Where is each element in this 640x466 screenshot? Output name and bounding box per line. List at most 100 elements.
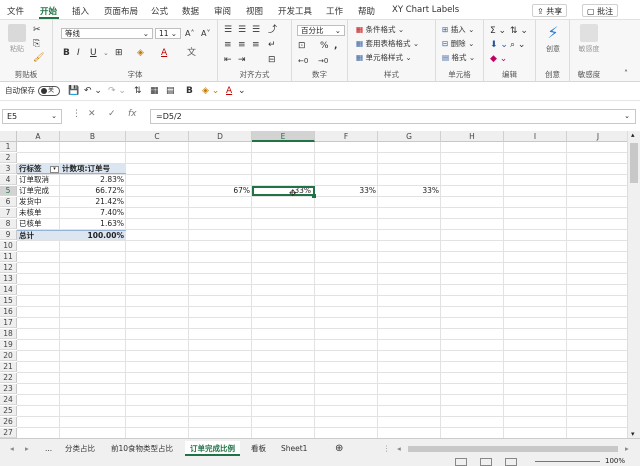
pivot-row-value[interactable]: 21.42% (60, 197, 126, 207)
cancel-icon[interactable]: ✕ (88, 109, 96, 119)
column-header-a[interactable]: A (17, 131, 60, 142)
tab-work[interactable]: 工作 (326, 5, 343, 17)
sheet-tab[interactable]: Sheet1 (276, 441, 312, 456)
sort-icon[interactable]: ⇅ (134, 85, 142, 97)
tab-xy-chart-labels[interactable]: XY Chart Labels (392, 5, 459, 15)
merge-center-icon[interactable]: ⊟ (268, 54, 276, 66)
scroll-thumb[interactable] (630, 143, 638, 183)
format-cells-button[interactable]: ▤ 格式 ⌄ (442, 53, 475, 63)
row-header-25[interactable]: 25 (0, 406, 17, 416)
conditional-format-button[interactable]: ▦ 条件格式 ⌄ (356, 25, 404, 35)
tab-file[interactable]: 文件 (7, 5, 24, 17)
pivot-row-value[interactable]: 7.40% (60, 208, 126, 218)
hscroll-right-icon[interactable]: ▸ (620, 441, 634, 456)
cell-g5[interactable]: 33% (378, 186, 441, 196)
currency-icon[interactable]: ⊡ (298, 40, 306, 52)
enter-icon[interactable]: ✓ (108, 109, 116, 119)
row-header-5[interactable]: 5 (0, 186, 17, 196)
tab-home[interactable]: 开始 (40, 5, 57, 17)
wrap-text-icon[interactable]: ↵ (268, 39, 276, 51)
row-header-15[interactable]: 15 (0, 296, 17, 306)
pivot-row-label[interactable]: 订单取消 (17, 175, 60, 185)
text-orientation-icon[interactable]: ⤴ (268, 24, 277, 36)
format-as-table-button[interactable]: ▦ 套用表格格式 ⌄ (356, 39, 419, 49)
row-header-10[interactable]: 10 (0, 241, 17, 251)
tab-view[interactable]: 视图 (246, 5, 263, 17)
column-header-j[interactable]: J (567, 131, 627, 142)
number-format-select[interactable]: 百分比 ⌄ (297, 25, 345, 36)
cell-f5[interactable]: 33% (315, 186, 378, 196)
tab-review[interactable]: 审阅 (214, 5, 231, 17)
increase-indent-icon[interactable]: ⇥ (238, 54, 246, 66)
phonetic-icon[interactable]: 文 (187, 47, 196, 59)
zoom-slider[interactable] (535, 461, 600, 462)
active-cell-e5[interactable]: 33% (252, 186, 315, 196)
column-header-h[interactable]: H (441, 131, 504, 142)
row-header-18[interactable]: 18 (0, 329, 17, 339)
row-header-3[interactable]: 3 (0, 164, 17, 174)
sheet-tab-more[interactable]: ... (40, 441, 57, 456)
select-all-corner[interactable] (0, 131, 17, 142)
collapse-ribbon-icon[interactable]: ˄ (624, 68, 628, 80)
tab-data[interactable]: 数据 (182, 5, 199, 17)
page-layout-icon[interactable] (480, 458, 492, 466)
insert-function-button[interactable]: fx (128, 109, 137, 119)
cell-d5[interactable]: 67% (189, 186, 252, 196)
scroll-tabs-right-icon[interactable]: ▸ (20, 441, 34, 456)
pivot-row-value[interactable]: 66.72% (60, 186, 126, 196)
sheet-tab[interactable]: 看板 (246, 441, 271, 456)
comma-button[interactable]: , (334, 40, 337, 52)
column-header-g[interactable]: G (378, 131, 441, 142)
align-bottom-icon[interactable]: ☰ (252, 24, 260, 36)
decrease-decimal-icon[interactable]: →0 (318, 55, 328, 67)
fill-color-icon[interactable]: ◈ (137, 47, 144, 59)
vertical-scrollbar[interactable]: ▴ ▾ (627, 131, 640, 438)
column-header-b[interactable]: B (60, 131, 126, 142)
pivot-value-header[interactable]: 计数项:订单号 (60, 164, 126, 174)
fill-color-icon[interactable]: ◈ ⌄ (202, 85, 219, 97)
normal-view-icon[interactable] (455, 458, 467, 466)
row-header-11[interactable]: 11 (0, 252, 17, 262)
align-top-icon[interactable]: ☰ (224, 24, 232, 36)
row-header-2[interactable]: 2 (0, 153, 17, 163)
cell-styles-button[interactable]: ▦ 单元格样式 ⌄ (356, 53, 412, 63)
creative-button[interactable]: ⚡ 创意 (539, 24, 567, 54)
align-left-icon[interactable]: ≡ (224, 39, 232, 51)
column-header-f[interactable]: F (315, 131, 378, 142)
column-header-i[interactable]: I (504, 131, 567, 142)
more-icon[interactable]: ⋮ (72, 109, 81, 119)
italic-button[interactable]: I (77, 47, 80, 59)
page-break-icon[interactable] (505, 458, 517, 466)
undo-icon[interactable]: ↶ ⌄ (84, 85, 102, 97)
scroll-down-icon[interactable]: ▾ (631, 430, 635, 438)
row-header-27[interactable]: 27 (0, 428, 17, 438)
font-color-icon[interactable]: A (161, 47, 167, 59)
grow-font-icon[interactable]: A˄ (185, 28, 194, 40)
tab-help[interactable]: 帮助 (358, 5, 375, 17)
row-header-16[interactable]: 16 (0, 307, 17, 317)
name-box[interactable]: E5 ⌄ (2, 109, 62, 124)
formula-input[interactable]: =D5/2 ⌄ (150, 109, 636, 124)
paste-button[interactable]: 粘贴 (3, 24, 31, 54)
row-header-26[interactable]: 26 (0, 417, 17, 427)
row-header-23[interactable]: 23 (0, 384, 17, 394)
redo-icon[interactable]: ↷ ⌄ (108, 85, 126, 97)
fill-icon[interactable]: ⬇ ⌄ (490, 39, 508, 51)
autosum-icon[interactable]: Σ ⌄ (490, 25, 506, 37)
copy-icon[interactable]: ⎘ (33, 38, 40, 50)
zoom-level[interactable]: 100% (605, 457, 625, 465)
row-header-8[interactable]: 8 (0, 219, 17, 229)
sort-filter-icon[interactable]: ⇅ ⌄ (510, 25, 528, 37)
decrease-indent-icon[interactable]: ⇤ (224, 54, 232, 66)
bold-button[interactable]: B (63, 47, 70, 59)
align-right-icon[interactable]: ≡ (252, 39, 260, 51)
row-header-22[interactable]: 22 (0, 373, 17, 383)
pivot-row-label[interactable]: 发货中 (17, 197, 60, 207)
row-header-19[interactable]: 19 (0, 340, 17, 350)
column-header-d[interactable]: D (189, 131, 252, 142)
customize-qat-icon[interactable]: ⌄ (238, 85, 246, 97)
shrink-font-icon[interactable]: A˅ (201, 28, 210, 40)
percent-button[interactable]: % (320, 40, 329, 52)
row-header-20[interactable]: 20 (0, 351, 17, 361)
pivot-row-label[interactable]: 未核单 (17, 208, 60, 218)
